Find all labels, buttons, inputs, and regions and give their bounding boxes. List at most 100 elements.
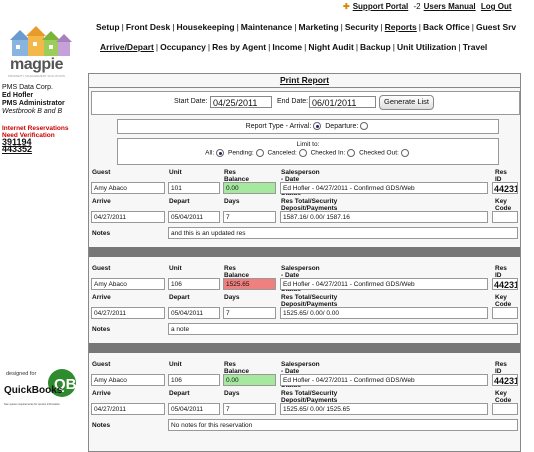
res-id-header: Res ID (495, 361, 507, 375)
depart-value: 05/04/2011 (168, 211, 220, 223)
key-code-value (492, 307, 518, 319)
submenu-arrive-depart[interactable]: Arrive/Depart (100, 42, 154, 52)
reservation-divider (89, 247, 520, 257)
end-date-label: End Date: (277, 98, 309, 105)
checked-in-label: Checked In: (310, 149, 346, 157)
submenu-travel[interactable]: Travel (463, 42, 488, 52)
support-portal-link[interactable]: Support Portal (353, 2, 409, 11)
totals-value: 1587.16/ 0.00/ 1587.16 (280, 211, 488, 223)
submenu-occupancy[interactable]: Occupancy (160, 42, 206, 52)
menu-back-office[interactable]: Back Office (423, 22, 470, 32)
unit-value: 106 (168, 278, 220, 290)
submenu-backup[interactable]: Backup (360, 42, 391, 52)
logout-link[interactable]: Log Out (481, 2, 512, 11)
menu-front-desk[interactable]: Front Desk (126, 22, 170, 32)
quickbooks-logo-icon: QB designed for QuickBooks See system re… (4, 369, 77, 406)
res-balance-header: Res Balance (224, 265, 249, 279)
depart-header: Depart (169, 390, 190, 397)
guest-header: Guest (92, 169, 111, 176)
start-date-input[interactable]: 04/25/2011 (210, 96, 272, 108)
menu-security[interactable]: Security (345, 22, 379, 32)
menu-housekeeping[interactable]: Housekeeping (176, 22, 234, 32)
internet-res-link[interactable]: 443352 (2, 145, 68, 154)
key-code-header: Key Code (495, 198, 512, 212)
unit-header: Unit (169, 265, 182, 272)
departure-radio[interactable] (360, 122, 369, 131)
days-value: 7 (223, 403, 276, 415)
menu-reports[interactable]: Reports (385, 22, 417, 32)
top-links: ✚ Support Portal -2 Users Manual Log Out (340, 2, 512, 11)
arrive-value: 04/27/2011 (91, 307, 165, 319)
totals-value: 1525.65/ 0.00/ 1525.65 (280, 403, 488, 415)
days-header: Days (224, 294, 240, 301)
end-date-input[interactable]: 06/01/2011 (309, 96, 376, 108)
checked-out-radio[interactable] (400, 149, 409, 157)
notes-header: Notes (92, 326, 111, 333)
submenu-night-audit[interactable]: Night Audit (308, 42, 353, 52)
guest-header: Guest (92, 361, 111, 368)
key-code-value (492, 403, 518, 415)
unit-header: Unit (169, 361, 182, 368)
sub-menu: Arrive/Depart | Occupancy | Res by Agent | Inc… (100, 42, 488, 52)
submenu-income[interactable]: Income (272, 42, 302, 52)
res-id-link[interactable]: 442316 (492, 374, 518, 386)
users-manual-prefix: -2 (413, 2, 421, 11)
menu-setup[interactable]: Setup (96, 22, 120, 32)
arrive-value: 04/27/2011 (91, 403, 165, 415)
res-balance-value: 1525.65 (223, 278, 276, 290)
user-name: Ed Hofler (2, 92, 34, 99)
menu-maintenance[interactable]: Maintenance (241, 22, 293, 32)
departure-label: Departure: (325, 123, 359, 130)
users-manual-link[interactable]: Users Manual (424, 2, 476, 11)
user-role: PMS Administrator (2, 100, 65, 107)
limit-to-box: Limit to: All: Pending: Canceled: Checke… (117, 138, 499, 165)
all-label: All: (205, 149, 215, 157)
notes-header: Notes (92, 422, 111, 429)
salesperson-value: Ed Hofler - 04/27/2011 - Confirmed GDS/W… (280, 278, 488, 290)
arrive-header: Arrive (92, 390, 111, 397)
unit-header: Unit (169, 169, 182, 176)
generate-list-button[interactable]: Generate List (379, 95, 434, 110)
menu-marketing[interactable]: Marketing (299, 22, 339, 32)
pending-radio[interactable] (255, 149, 264, 157)
guest-name-value: Amy Abaco (91, 182, 165, 194)
company-name: PMS Data Corp. (2, 84, 53, 91)
res-balance-header: Res Balance (224, 169, 249, 183)
arrival-radio[interactable] (313, 122, 322, 131)
salesperson-value: Ed Hofler - 04/27/2011 - Confirmed GDS/W… (280, 182, 488, 194)
depart-value: 05/04/2011 (168, 307, 220, 319)
submenu-unit-utilization[interactable]: Unit Utilization (397, 42, 457, 52)
key-code-header: Key Code (495, 390, 512, 404)
key-code-header: Key Code (495, 294, 512, 308)
checked-in-radio[interactable] (347, 149, 356, 157)
depart-header: Depart (169, 294, 190, 301)
salesperson-value: Ed Hofler - 04/27/2011 - Confirmed GDS/W… (280, 374, 488, 386)
res-id-link[interactable]: 442315 (492, 278, 518, 290)
left-info: PMS Data Corp. Ed Hofler PMS Administrat… (2, 84, 65, 116)
print-report-title: Print Report (279, 75, 330, 85)
res-id-link[interactable]: 442311 (492, 182, 518, 194)
submenu-res-by-agent[interactable]: Res by Agent (212, 42, 266, 52)
res-id-header: Res ID (495, 265, 507, 279)
internet-reservations-panel: Internet Reservations Need Verification … (2, 125, 69, 154)
notes-value: a note (168, 323, 518, 335)
date-range-box: Start Date: 04/25/2011 End Date: 06/01/2… (91, 91, 520, 115)
notes-value: No notes for this reservation (168, 419, 518, 431)
res-balance-value: 0.00 (223, 374, 276, 386)
guest-header: Guest (92, 265, 111, 272)
logo-tagline: PROPERTY MANAGEMENT SOLUTIONS (8, 74, 65, 78)
canceled-label: Canceled: (267, 149, 297, 157)
arrive-header: Arrive (92, 198, 111, 205)
menu-guest-srv[interactable]: Guest Srv (476, 22, 516, 32)
reservation-divider (89, 343, 520, 353)
pending-label: Pending: (228, 149, 254, 157)
notes-value: and this is an updated res (168, 227, 518, 239)
all-radio[interactable] (216, 149, 225, 157)
canceled-radio[interactable] (298, 149, 307, 157)
internet-reservations-label: Internet Reservations (2, 125, 69, 132)
depart-header: Depart (169, 198, 190, 205)
checked-out-label: Checked Out: (359, 149, 399, 157)
guest-name-value: Amy Abaco (91, 278, 165, 290)
totals-value: 1525.65/ 0.00/ 0.00 (280, 307, 488, 319)
panel-title: Print Report (89, 74, 520, 88)
